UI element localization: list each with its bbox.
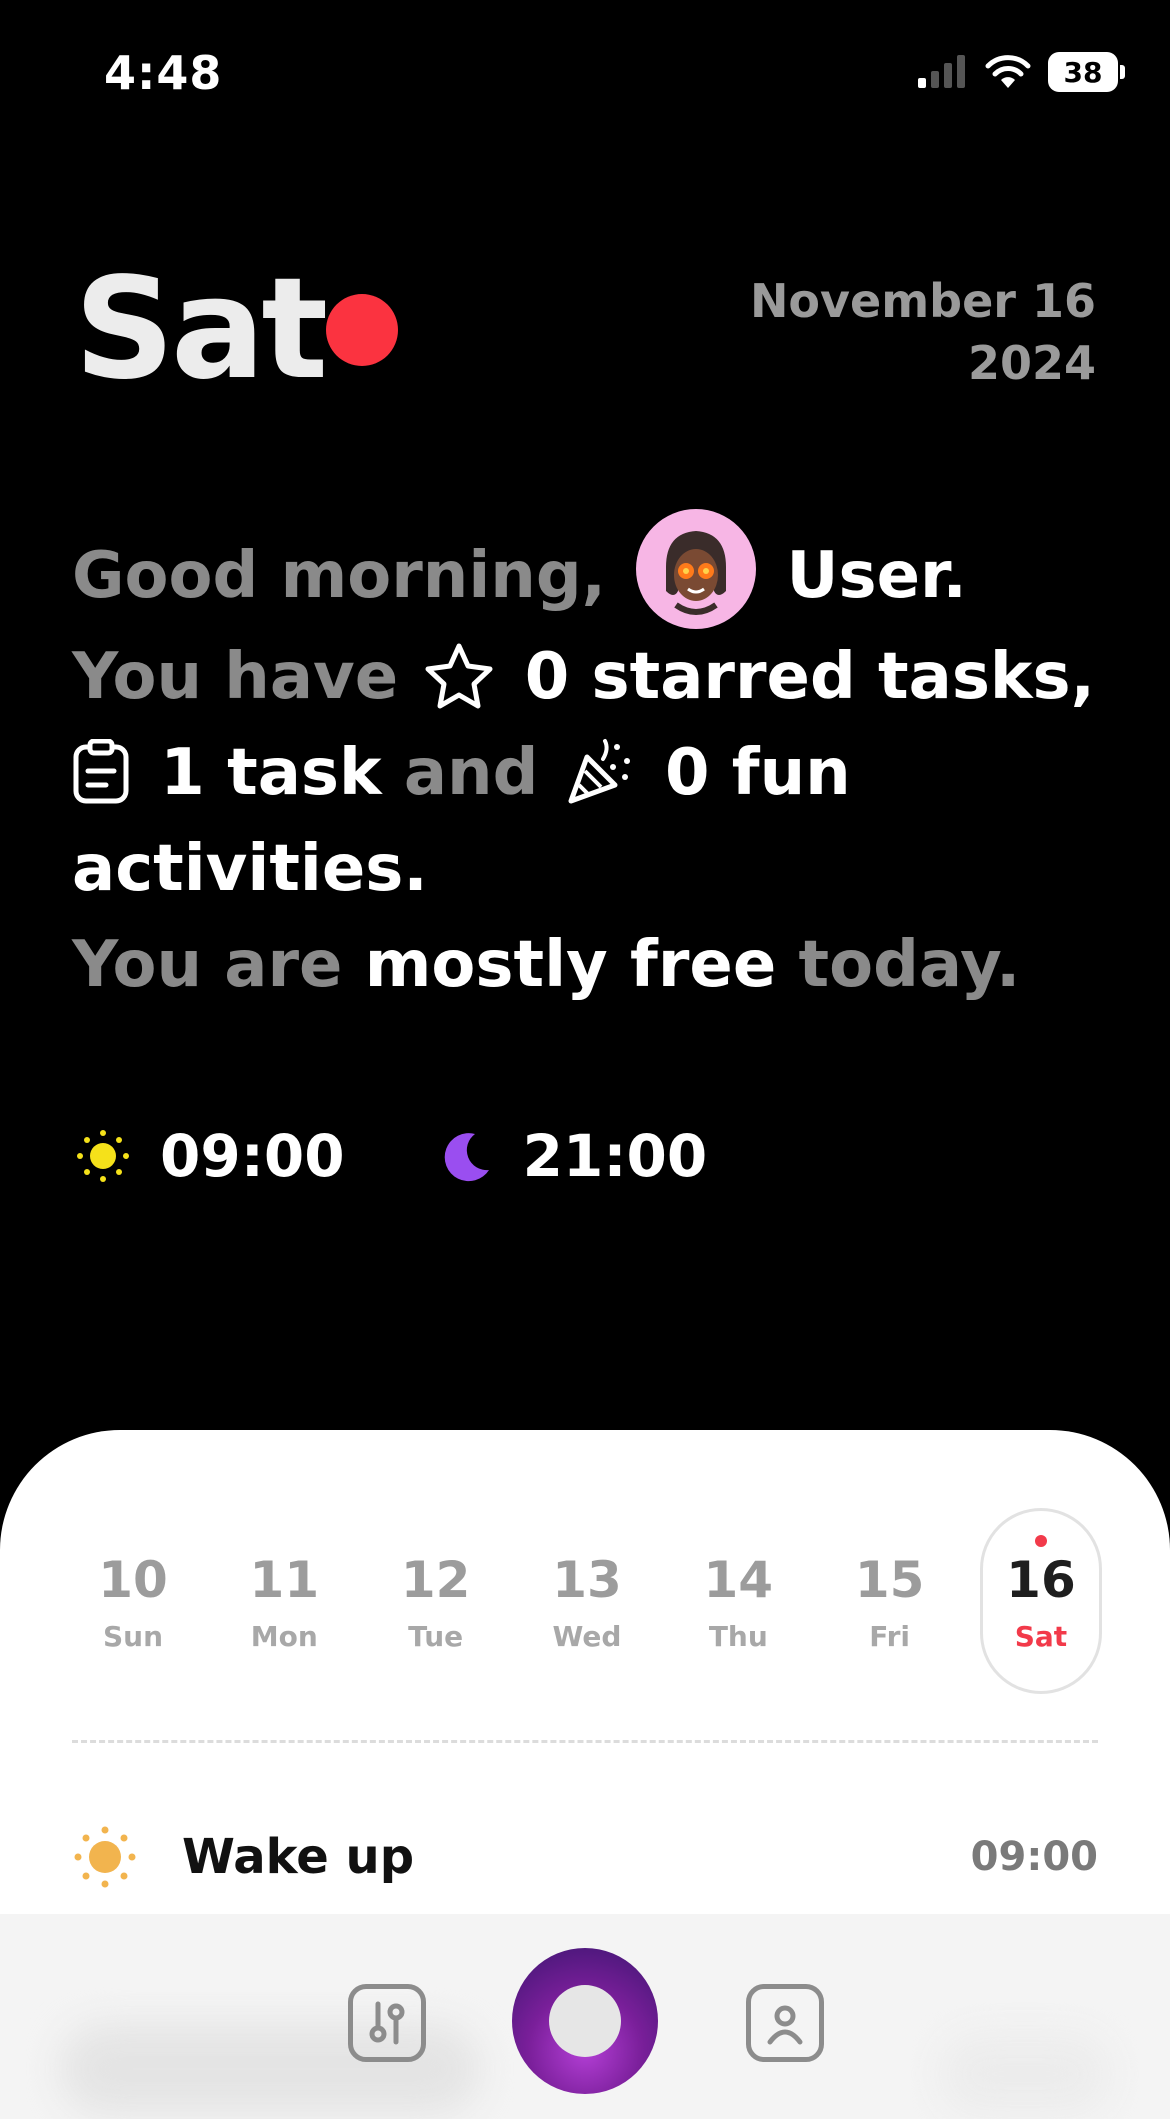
you-are-text: You are [72,928,343,1003]
day-number: 14 [703,1550,774,1609]
date-block: November 16 2024 [750,270,1096,394]
greeting-text: Good morning, [72,539,606,613]
day-sat-selected[interactable]: 16 Sat [979,1508,1102,1694]
activities-text: activities. [72,832,428,907]
status-bar: 4:48 38 [0,0,1170,150]
day-number: 10 [98,1550,168,1609]
tab-bar [0,1914,1170,2119]
week-strip: 10 Sun 11 Mon 12 Tue 13 Wed 14 Thu 15 Fr… [72,1508,1102,1694]
event-row[interactable]: Wake up 09:00 [74,1826,1098,1888]
battery-level: 38 [1063,55,1103,89]
party-popper-icon [568,738,630,804]
cellular-icon [918,55,965,88]
sleep-time: 21:00 [522,1122,708,1190]
free-status: mostly free [364,928,777,1003]
moon-icon [444,1133,489,1182]
day-sun[interactable]: 10 Sun [72,1508,194,1694]
status-time: 4:48 [104,46,223,100]
day-wed[interactable]: 13 Wed [526,1508,648,1694]
day-number: 11 [249,1550,320,1609]
avatar[interactable] [636,509,757,630]
day-name: Tue [408,1619,464,1653]
you-have-text: You have [72,640,399,715]
day-number: 15 [854,1550,925,1609]
profile-button[interactable] [746,1984,824,2062]
day-name: Mon [250,1619,318,1653]
wifi-icon [985,55,1031,88]
fun-count: 0 fun [664,736,851,811]
clipboard-icon [73,738,129,804]
day-mon[interactable]: 11 Mon [223,1508,345,1694]
day-summary: Good morning, User. You have 0 starred t… [72,509,1112,1013]
orb-center [549,1985,621,2057]
wake-time-item[interactable]: 09:00 [76,1122,345,1190]
sun-icon [74,1826,136,1888]
today-text: today. [798,928,1021,1003]
settings-button[interactable] [348,1984,426,2062]
settings-icon [369,2001,405,2045]
event-time: 09:00 [970,1834,1098,1880]
user-name: User. [786,539,967,613]
day-fri[interactable]: 15 Fri [829,1508,951,1694]
today-dot [1034,1535,1047,1547]
sun-icon [77,1130,129,1182]
day-name: Wed [552,1619,622,1653]
day-title: Sat [74,248,328,411]
battery-icon: 38 [1048,52,1125,92]
day-name: Thu [708,1619,768,1653]
profile-icon [767,2005,803,2045]
status-indicators: 38 [916,52,1125,92]
home-orb-button[interactable] [512,1948,658,2094]
day-number: 12 [400,1550,471,1609]
star-icon [425,643,493,709]
task-count: 1 task [160,736,382,811]
and-text: and [403,736,539,811]
today-indicator-dot [326,294,398,366]
dashed-divider [72,1740,1098,1743]
date-year: 2024 [967,336,1096,390]
day-name: Sat [1014,1619,1068,1653]
event-title: Wake up [182,1829,415,1885]
day-name: Fri [869,1619,911,1653]
day-name: Sun [102,1619,164,1653]
starred-tasks-count: 0 starred tasks, [524,640,1095,715]
sleep-time-item[interactable]: 21:00 [441,1122,708,1190]
wake-time: 09:00 [160,1122,345,1190]
day-thu[interactable]: 14 Thu [677,1508,799,1694]
blur-decoration [940,2034,1110,2114]
day-number: 16 [1006,1550,1076,1609]
date-month-day: November 16 [749,274,1096,328]
wake-sleep-times: 09:00 21:00 [76,1122,803,1190]
avatar-memoji-icon [666,531,727,616]
day-number: 13 [552,1550,622,1609]
day-tue[interactable]: 12 Tue [375,1508,497,1694]
